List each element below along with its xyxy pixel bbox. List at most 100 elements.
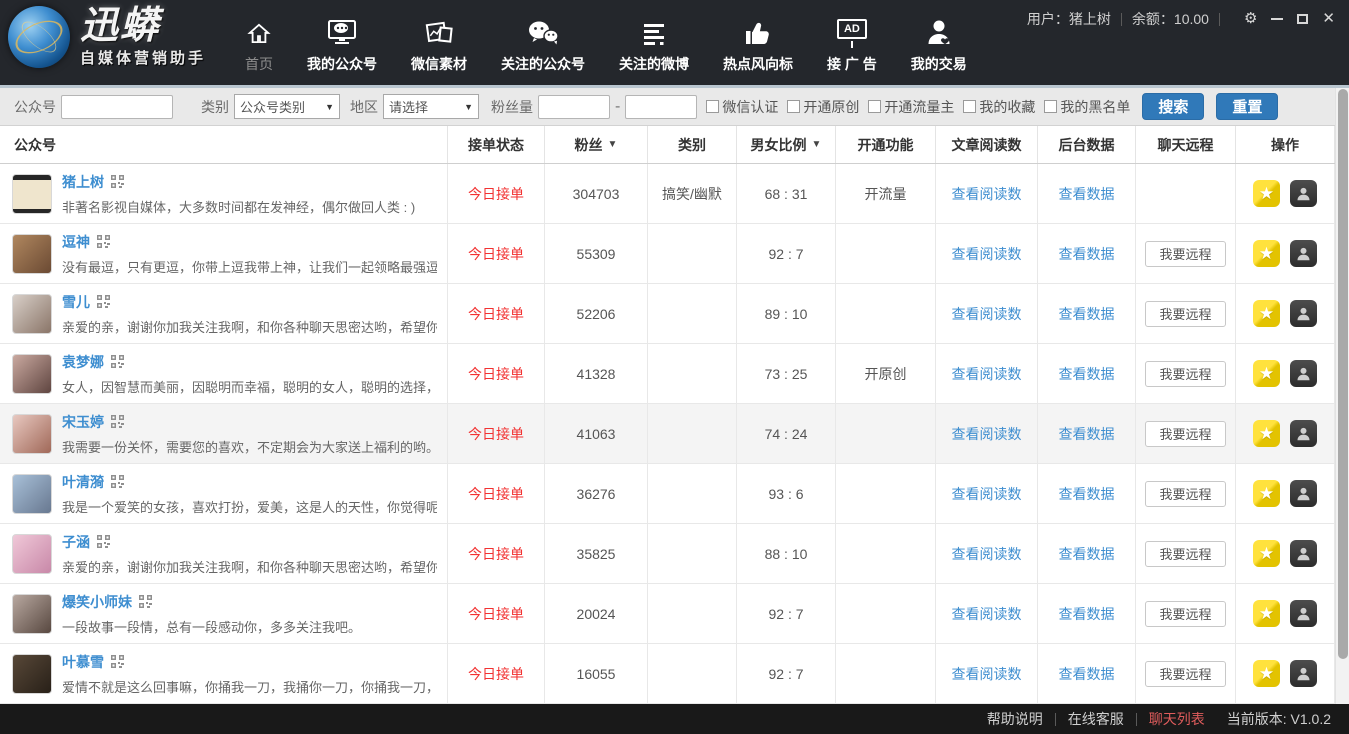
view-reads-link[interactable]: 查看阅读数 [952,544,1022,564]
account-name-link[interactable]: 猪上树 [62,172,104,192]
account-name-link[interactable]: 逗神 [62,232,90,252]
view-data-link[interactable]: 查看数据 [1059,304,1115,324]
remote-button[interactable]: 我要远程 [1145,241,1225,267]
checkbox-original-enabled[interactable]: 开通原创 [787,97,859,117]
nav-followed-accounts[interactable]: 关注的公众号 [484,0,602,85]
favorite-star-icon[interactable]: ★ [1253,360,1280,387]
favorite-star-icon[interactable]: ★ [1253,660,1280,687]
favorite-star-icon[interactable]: ★ [1253,480,1280,507]
remote-button[interactable]: 我要远程 [1145,421,1225,447]
checkbox-my-favorites[interactable]: 我的收藏 [963,97,1035,117]
nav-my-accounts[interactable]: 我的公众号 [290,0,394,85]
contact-person-icon[interactable] [1290,180,1317,207]
sort-desc-icon: ▼ [812,139,822,150]
remote-button[interactable]: 我要远程 [1145,601,1225,627]
favorite-star-icon[interactable]: ★ [1253,300,1280,327]
view-data-link[interactable]: 查看数据 [1059,244,1115,264]
view-reads-link[interactable]: 查看阅读数 [952,304,1022,324]
checkbox-traffic-enabled[interactable]: 开通流量主 [868,97,954,117]
nav-followed-weibo[interactable]: 关注的微博 [602,0,706,85]
fans-max-input[interactable] [625,95,697,119]
scrollbar-thumb[interactable] [1338,89,1348,659]
header-gender-ratio-sortable[interactable]: 男女比例▼ [737,126,836,163]
help-link[interactable]: 帮助说明 [987,709,1043,729]
order-status: 今日接单 [468,364,524,384]
qrcode-icon[interactable] [111,415,124,428]
contact-person-icon[interactable] [1290,540,1317,567]
view-data-link[interactable]: 查看数据 [1059,604,1115,624]
qrcode-icon[interactable] [97,295,110,308]
view-reads-link[interactable]: 查看阅读数 [952,604,1022,624]
account-name-link[interactable]: 子涵 [62,532,90,552]
favorite-star-icon[interactable]: ★ [1253,240,1280,267]
contact-person-icon[interactable] [1290,420,1317,447]
account-name-link[interactable]: 叶慕雪 [62,652,104,672]
view-data-link[interactable]: 查看数据 [1059,424,1115,444]
contact-person-icon[interactable] [1290,480,1317,507]
contact-person-icon[interactable] [1290,600,1317,627]
category [648,464,737,523]
category [648,344,737,403]
region-select[interactable]: 请选择▼ [383,94,479,119]
qrcode-icon[interactable] [97,535,110,548]
fans-min-input[interactable] [538,95,610,119]
remote-button[interactable]: 我要远程 [1145,541,1225,567]
qrcode-icon[interactable] [139,595,152,608]
favorite-star-icon[interactable]: ★ [1253,180,1280,207]
contact-person-icon[interactable] [1290,360,1317,387]
settings-gear-icon[interactable]: ⚙ [1244,11,1257,27]
account-name-link[interactable]: 宋玉婷 [62,412,104,432]
view-reads-link[interactable]: 查看阅读数 [952,244,1022,264]
account-name-link[interactable]: 袁梦娜 [62,352,104,372]
account-name-link[interactable]: 叶清漪 [62,472,104,492]
qrcode-icon[interactable] [111,475,124,488]
favorite-star-icon[interactable]: ★ [1253,600,1280,627]
contact-person-icon[interactable] [1290,240,1317,267]
search-button[interactable]: 搜索 [1142,93,1204,120]
qrcode-icon[interactable] [111,175,124,188]
account-name-link[interactable]: 雪儿 [62,292,90,312]
view-reads-link[interactable]: 查看阅读数 [952,424,1022,444]
favorite-star-icon[interactable]: ★ [1253,540,1280,567]
region-filter-label: 地区 [350,97,378,117]
view-data-link[interactable]: 查看数据 [1059,184,1115,204]
account-search-input[interactable] [61,95,173,119]
view-data-link[interactable]: 查看数据 [1059,364,1115,384]
qrcode-icon[interactable] [111,655,124,668]
account-name-link[interactable]: 爆笑小师妹 [62,592,132,612]
remote-button[interactable]: 我要远程 [1145,301,1225,327]
contact-person-icon[interactable] [1290,300,1317,327]
view-data-link[interactable]: 查看数据 [1059,664,1115,684]
chat-list-link[interactable]: 聊天列表 [1149,709,1205,729]
online-service-link[interactable]: 在线客服 [1068,709,1124,729]
nav-wechat-material[interactable]: 微信素材 [394,0,484,85]
reset-button[interactable]: 重置 [1216,93,1278,120]
view-reads-link[interactable]: 查看阅读数 [952,484,1022,504]
remote-button[interactable]: 我要远程 [1145,661,1225,687]
view-reads-link[interactable]: 查看阅读数 [952,364,1022,384]
favorite-star-icon[interactable]: ★ [1253,420,1280,447]
remote-button[interactable]: 我要远程 [1145,361,1225,387]
nav-hot-trends[interactable]: 热点风向标 [706,0,810,85]
checkbox-my-blacklist[interactable]: 我的黑名单 [1044,97,1130,117]
features [836,464,936,523]
qrcode-icon[interactable] [111,355,124,368]
maximize-button[interactable] [1297,11,1308,27]
checkbox-wechat-verified[interactable]: 微信认证 [706,97,778,117]
minimize-button[interactable] [1271,11,1283,27]
view-reads-link[interactable]: 查看阅读数 [952,664,1022,684]
nav-home[interactable]: 首页 [228,0,290,85]
view-reads-link[interactable]: 查看阅读数 [952,184,1022,204]
main-nav: 首页 我的公众号 微信素材 关注的公众号 [228,0,984,85]
header-fans-sortable[interactable]: 粉丝▼ [545,126,648,163]
remote-button[interactable]: 我要远程 [1145,481,1225,507]
nav-my-trades[interactable]: 我的交易 [894,0,984,85]
view-data-link[interactable]: 查看数据 [1059,484,1115,504]
category-select[interactable]: 公众号类别▼ [234,94,340,119]
close-button[interactable]: ✕ [1322,11,1335,27]
nav-take-ads[interactable]: AD 接 广 告 [810,0,894,85]
qrcode-icon[interactable] [97,235,110,248]
view-data-link[interactable]: 查看数据 [1059,544,1115,564]
contact-person-icon[interactable] [1290,660,1317,687]
table-header: 公众号 接单状态 粉丝▼ 类别 男女比例▼ 开通功能 文章阅读数 后台数据 聊天… [0,126,1335,164]
